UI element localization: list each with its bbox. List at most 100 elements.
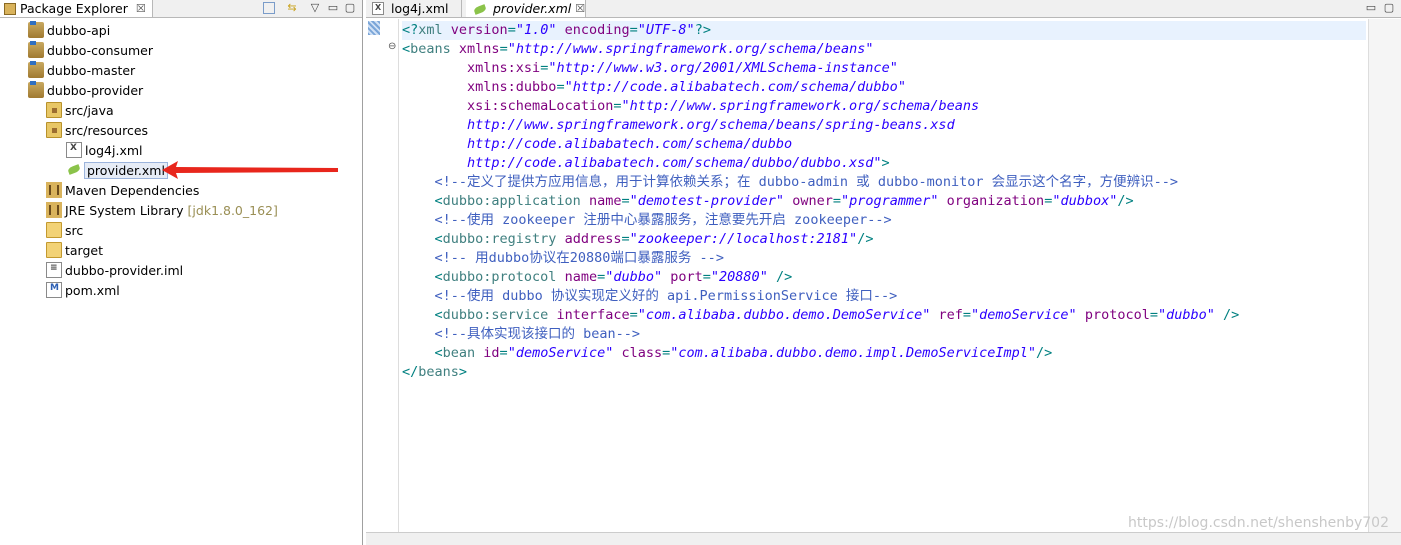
code-token: < [402, 193, 443, 209]
tree-item[interactable]: dubbo-consumer [28, 40, 153, 60]
code-token: name [564, 269, 598, 285]
tree-item[interactable]: ≡ dubbo-provider.iml [46, 260, 183, 280]
code-token: < [402, 269, 443, 285]
code-token: = [621, 231, 630, 247]
code-token: = [702, 269, 711, 285]
collapse-all-icon[interactable] [263, 2, 275, 14]
tab-package-explorer[interactable]: Package Explorer ☒ [0, 0, 153, 17]
maximize-icon[interactable]: ▢ [1382, 1, 1396, 15]
vertical-scrollbar[interactable] [1368, 19, 1401, 533]
code-token: name [588, 193, 622, 209]
code-line: <beans xmlns="http://www.springframework… [402, 40, 873, 59]
fold-collapse-icon[interactable]: ⊖ [388, 41, 396, 52]
code-token: /> [1117, 193, 1134, 209]
code-token: /> [857, 231, 874, 247]
code-token: xmlns:xsi [467, 60, 541, 76]
tree-item-label: pom.xml [65, 282, 120, 298]
tree-item[interactable]: Mpom.xml [46, 280, 120, 300]
tab-log4j-xml[interactable]: X log4j.xml [366, 0, 462, 17]
code-token: <!-- 用dubbo协议在20880端口暴露服务 --> [434, 250, 724, 266]
code-line: </beans> [402, 363, 467, 382]
minimize-icon[interactable]: ▭ [1364, 1, 1378, 15]
tree-item-label: Maven Dependencies [65, 182, 200, 198]
tree-item[interactable]: JRE System Library [jdk1.8.0_162] [46, 200, 278, 220]
tree-item[interactable]: dubbo-master [28, 60, 135, 80]
package-folder-icon [46, 102, 62, 118]
editor-tabbar: X log4j.xml provider.xml ☒ ▭ ▢ [366, 0, 1401, 18]
code-token: < [402, 41, 411, 57]
code-token: <? [402, 22, 419, 38]
code-token: dubbo:service [442, 307, 557, 323]
horizontal-scrollbar[interactable] [366, 532, 1401, 545]
code-token: "com.alibaba.dubbo.demo.impl.DemoService… [670, 345, 1037, 361]
tab-provider-xml[interactable]: provider.xml ☒ [466, 0, 586, 17]
tree-item[interactable]: dubbo-provider [28, 80, 143, 100]
tree-item[interactable]: Maven Dependencies [46, 180, 199, 200]
code-token: "zookeeper://localhost:2181" [629, 231, 858, 247]
tab-label: Package Explorer [20, 1, 128, 16]
code-token: "demoService" [971, 307, 1077, 323]
project-icon [28, 61, 44, 78]
folder-icon [46, 222, 62, 238]
tree-item[interactable]: src/resources [46, 120, 148, 140]
tab-label: provider.xml [493, 1, 572, 16]
tree-item-label: dubbo-provider [47, 82, 144, 98]
code-token: = [629, 307, 638, 323]
tree-item[interactable]: provider.xml [66, 160, 168, 180]
code-line: <dubbo:service interface="com.alibaba.du… [402, 306, 1240, 325]
code-token: "20880" [710, 269, 768, 285]
tree-item[interactable]: src/java [46, 100, 114, 120]
view-menu-icon[interactable]: ▽ [308, 1, 322, 15]
code-line: <!--使用 zookeeper 注册中心暴露服务，注意要先开启 zookeep… [402, 211, 892, 230]
tree-item-label: target [65, 242, 104, 258]
maximize-icon[interactable]: ▢ [343, 1, 357, 15]
code-token: beans [410, 41, 459, 57]
code-token: <!--使用 zookeeper 注册中心暴露服务，注意要先开启 zookeep… [434, 212, 892, 228]
xml-file-icon: X [66, 142, 82, 158]
code-token: = [499, 41, 508, 57]
overview-marker [368, 21, 380, 35]
code-editor[interactable]: <?xml version="1.0" encoding="UTF-8"?> <b… [402, 21, 1366, 531]
code-token: = [1149, 307, 1158, 323]
code-token: </ [402, 364, 419, 380]
code-token: xmlns [458, 41, 500, 57]
tree-item-label: log4j.xml [85, 142, 143, 158]
code-token: http://code.alibabatech.com/schema/dubbo [467, 136, 793, 152]
tree-item-label: src/resources [65, 122, 149, 138]
code-token: dubbo:registry [442, 231, 565, 247]
minimize-icon[interactable]: ▭ [326, 1, 340, 15]
code-line: <dubbo:protocol name="dubbo" port="20880… [402, 268, 793, 287]
close-icon[interactable]: ☒ [575, 2, 585, 15]
code-token: "http://www.w3.org/2001/XMLSchema-instan… [548, 60, 898, 76]
tree-item[interactable]: target [46, 240, 103, 260]
file-icon: ≡ [46, 262, 62, 278]
tree-item[interactable]: src [46, 220, 83, 240]
code-token: "dubbox" [1052, 193, 1118, 209]
code-token: ?> [694, 22, 711, 38]
tree-item-label: JRE System Library [65, 202, 184, 218]
code-token: "1.0" [515, 22, 557, 38]
code-token: encoding [564, 22, 630, 38]
close-icon[interactable]: ☒ [136, 2, 146, 15]
code-token: class [621, 345, 663, 361]
link-with-editor-icon[interactable]: ⇆ [285, 1, 299, 15]
code-token: "http://www.springframework.org/schema/b… [621, 98, 980, 114]
code-token: "http://www.springframework.org/schema/b… [507, 41, 874, 57]
code-line: http://www.springframework.org/schema/be… [402, 116, 955, 135]
tree-item[interactable]: dubbo-api [28, 20, 110, 40]
code-token: owner [792, 193, 833, 209]
tree-item-label: src [65, 222, 84, 238]
code-token: "http://code.alibabatech.com/schema/dubb… [564, 79, 906, 95]
tree-item[interactable]: Xlog4j.xml [66, 140, 143, 160]
code-line: <bean id="demoService" class="com.alibab… [402, 344, 1053, 363]
tree-item-decoration: [jdk1.8.0_162] [187, 202, 278, 218]
code-line: <!--具体实现该接口的 bean--> [402, 325, 641, 344]
